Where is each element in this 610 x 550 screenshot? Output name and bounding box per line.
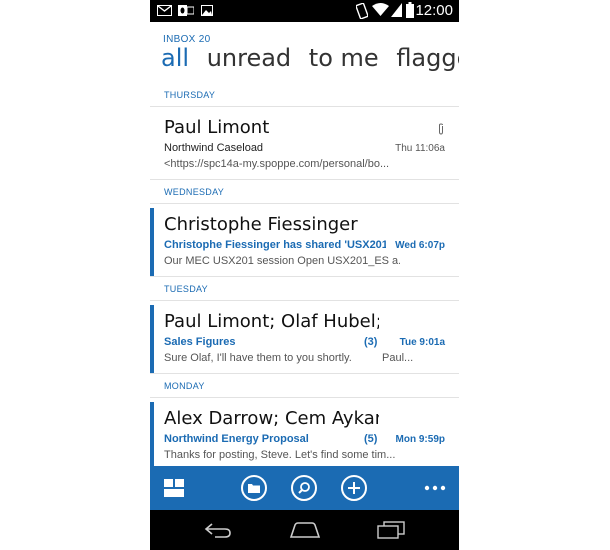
gallery-icon	[201, 5, 213, 16]
message-subject: Christophe Fiessinger has shared 'USX201	[164, 239, 386, 251]
unread-indicator	[150, 402, 154, 466]
clock: 12:00	[415, 2, 453, 19]
more-icon[interactable]	[424, 485, 446, 491]
message-time: Mon 9:59p	[395, 434, 445, 445]
unread-indicator	[150, 305, 154, 373]
message-time: Wed 6:07p	[393, 240, 445, 251]
folder-button[interactable]	[241, 475, 267, 501]
pivot-unread[interactable]: unread	[207, 44, 291, 72]
date-group-header: MONDAY	[150, 379, 459, 398]
date-group-label: WEDNESDAY	[164, 187, 225, 197]
date-group-header: TUESDAY	[150, 282, 459, 301]
outlook-icon	[178, 5, 194, 16]
thread-count: (5)	[364, 433, 378, 445]
system-nav-bar	[150, 510, 459, 550]
message-sender: Paul Limont	[164, 117, 270, 138]
message-sender: Paul Limont; Olaf Hubel; Te	[164, 311, 379, 332]
unread-indicator	[150, 208, 154, 276]
message-row[interactable]: Paul Limont Northwind Caseload Thu 11:06…	[150, 111, 459, 180]
message-preview: Sure Olaf, I'll have them to you shortly…	[164, 352, 352, 364]
new-mail-button[interactable]	[341, 475, 367, 501]
tiles-icon[interactable]	[164, 479, 184, 497]
pivot-flagged[interactable]: flagged	[396, 44, 459, 72]
message-preview: <https://spc14a-my.spoppe.com/personal/b…	[164, 158, 390, 170]
folder-icon	[248, 484, 260, 493]
date-group-label: THURSDAY	[164, 90, 216, 100]
attachment-icon	[439, 123, 443, 135]
message-time: Tue 9:01a	[399, 337, 445, 348]
mail-app: INBOX 20 all unread to me flagged THURSD…	[150, 22, 459, 466]
date-group-header: WEDNESDAY	[150, 185, 459, 204]
search-button[interactable]	[291, 475, 317, 501]
search-icon	[298, 482, 310, 494]
date-group-label: MONDAY	[164, 381, 205, 391]
message-sender: Christophe Fiessinger	[164, 214, 358, 235]
message-row[interactable]: Alex Darrow; Cem Aykan; C Northwind Ener…	[150, 402, 459, 466]
pivot-header: all unread to me flagged	[161, 44, 459, 72]
pivot-all[interactable]: all	[161, 44, 189, 72]
date-group-header: THURSDAY	[150, 88, 459, 107]
message-row[interactable]: Paul Limont; Olaf Hubel; Te Sales Figure…	[150, 305, 459, 374]
message-sender: Alex Darrow; Cem Aykan; C	[164, 408, 379, 429]
message-subject: Sales Figures	[164, 336, 236, 348]
message-preview-tail: Paul...	[382, 352, 414, 364]
back-icon[interactable]	[203, 521, 233, 539]
pivot-to-me[interactable]: to me	[309, 44, 379, 72]
app-bar	[150, 466, 459, 510]
thread-count: (3)	[364, 336, 378, 348]
gmail-icon	[157, 5, 172, 16]
message-time: Thu 11:06a	[395, 143, 445, 154]
signal-icon	[391, 3, 402, 17]
message-preview: Our MEC USX201 session Open USX201_ES a.…	[164, 255, 400, 267]
message-row[interactable]: Christophe Fiessinger Christophe Fiessin…	[150, 208, 459, 277]
battery-icon	[406, 2, 414, 18]
date-group-label: TUESDAY	[164, 284, 208, 294]
message-subject: Northwind Caseload	[164, 142, 264, 154]
status-bar: 12:00	[150, 0, 459, 22]
home-icon[interactable]	[289, 521, 321, 539]
vibrate-icon	[356, 3, 368, 19]
message-subject: Northwind Energy Proposal	[164, 433, 309, 445]
phone-screen: 12:00 INBOX 20 all unread to me flagged …	[150, 0, 459, 550]
recents-icon[interactable]	[376, 520, 406, 540]
wifi-icon	[372, 3, 389, 16]
message-preview: Thanks for posting, Steve. Let's find so…	[164, 449, 396, 461]
add-icon	[348, 482, 360, 494]
